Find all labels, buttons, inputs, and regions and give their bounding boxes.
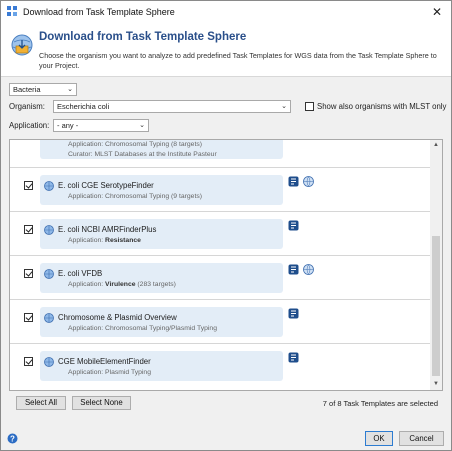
globe-icon [44, 181, 54, 191]
ok-button[interactable]: OK [365, 431, 393, 446]
template-name: E. coli NCBI AMRFinderPlus [58, 225, 157, 234]
selection-status: 7 of 8 Task Templates are selected [322, 399, 438, 408]
template-row[interactable]: Application: Chromosomal Typing (8 targe… [10, 140, 430, 168]
kingdom-select-value: Bacteria [13, 85, 41, 94]
template-application: Application: Plasmid Typing [68, 369, 151, 376]
organism-select-value: Escherichia coli [57, 102, 110, 111]
chevron-down-icon: ⌄ [139, 122, 145, 129]
kingdom-select[interactable]: Bacteria ⌄ [9, 83, 77, 96]
template-checkbox[interactable] [24, 269, 33, 278]
application-select[interactable]: - any - ⌄ [53, 119, 149, 132]
template-icon[interactable] [288, 176, 299, 187]
template-card: E. coli NCBI AMRFinderPlus Application: … [40, 219, 283, 249]
web-link-icon[interactable] [303, 264, 314, 275]
cancel-button[interactable]: Cancel [399, 431, 444, 446]
globe-icon [44, 269, 54, 279]
template-card: Chromosome & Plasmid Overview Applicatio… [40, 307, 283, 337]
template-application: Application: Resistance [68, 237, 141, 244]
select-none-button[interactable]: Select None [72, 396, 131, 410]
chevron-down-icon: ⌄ [281, 103, 287, 110]
template-name: E. coli CGE SerotypeFinder [58, 181, 154, 190]
template-card: E. coli CGE SerotypeFinder Application: … [40, 175, 283, 205]
select-all-button[interactable]: Select All [16, 396, 66, 410]
organism-select[interactable]: Escherichia coli ⌄ [53, 100, 291, 113]
template-card: CGE MobileElementFinder Application: Pla… [40, 351, 283, 381]
template-name: Chromosome & Plasmid Overview [58, 313, 177, 322]
scrollbar-thumb[interactable] [432, 236, 440, 376]
mlst-only-label: Show also organisms with MLST only [317, 102, 447, 111]
scroll-down-icon[interactable]: ▼ [430, 379, 442, 390]
template-row[interactable]: E. coli VFDB Application: Virulence (283… [10, 256, 430, 300]
template-curator: Curator: MLST Databases at the Institute… [68, 151, 217, 158]
application-label: Application: [9, 121, 50, 130]
vertical-scrollbar[interactable]: ▲ ▼ [430, 140, 442, 390]
template-application: Application: Virulence (283 targets) [68, 281, 176, 288]
template-checkbox[interactable] [24, 357, 33, 366]
organism-label: Organism: [9, 102, 45, 111]
close-button[interactable]: ✕ [423, 1, 451, 23]
template-row[interactable]: E. coli NCBI AMRFinderPlus Application: … [10, 212, 430, 256]
svg-text:?: ? [10, 434, 15, 443]
dialog-header: Download from Task Template Sphere Choos… [1, 23, 451, 76]
header-description: Choose the organism you want to analyze … [39, 51, 437, 70]
web-link-icon[interactable] [303, 176, 314, 187]
dialog-window: Download from Task Template Sphere ✕ Dow… [0, 0, 452, 451]
window-title: Download from Task Template Sphere [23, 7, 175, 17]
template-checkbox[interactable] [24, 181, 33, 190]
help-icon[interactable]: ? [7, 433, 18, 444]
scroll-up-icon[interactable]: ▲ [430, 140, 442, 151]
globe-icon [44, 357, 54, 367]
title-bar: Download from Task Template Sphere ✕ [1, 1, 451, 23]
template-card: E. coli VFDB Application: Virulence (283… [40, 263, 283, 293]
mlst-only-checkbox[interactable] [305, 102, 314, 111]
template-checkbox[interactable] [24, 225, 33, 234]
template-application: Application: Chromosomal Typing (9 targe… [68, 193, 202, 200]
template-application: Application: Chromosomal Typing/Plasmid … [68, 325, 217, 332]
template-row[interactable]: E. coli CGE SerotypeFinder Application: … [10, 168, 430, 212]
template-icon[interactable] [288, 308, 299, 319]
globe-icon [44, 225, 54, 235]
template-icon[interactable] [288, 220, 299, 231]
header-title: Download from Task Template Sphere [39, 31, 247, 43]
app-icon [7, 6, 17, 16]
template-icon[interactable] [288, 352, 299, 363]
template-name: CGE MobileElementFinder [58, 357, 151, 366]
application-select-value: - any - [57, 121, 79, 130]
template-row[interactable]: CGE MobileElementFinder Application: Pla… [10, 344, 430, 388]
template-row[interactable]: Chromosome & Plasmid Overview Applicatio… [10, 300, 430, 344]
template-application: Application: Chromosomal Typing (8 targe… [68, 141, 202, 148]
dialog-content: Bacteria ⌄ Organism: Escherichia coli ⌄ … [1, 77, 451, 450]
template-checkbox[interactable] [24, 313, 33, 322]
template-name: E. coli VFDB [58, 269, 103, 278]
template-icon[interactable] [288, 264, 299, 275]
download-sphere-icon [11, 34, 33, 56]
template-list[interactable]: Application: Chromosomal Typing (8 targe… [9, 139, 443, 391]
chevron-down-icon: ⌄ [67, 86, 73, 93]
globe-icon [44, 313, 54, 323]
template-card: Application: Chromosomal Typing (8 targe… [40, 140, 283, 159]
